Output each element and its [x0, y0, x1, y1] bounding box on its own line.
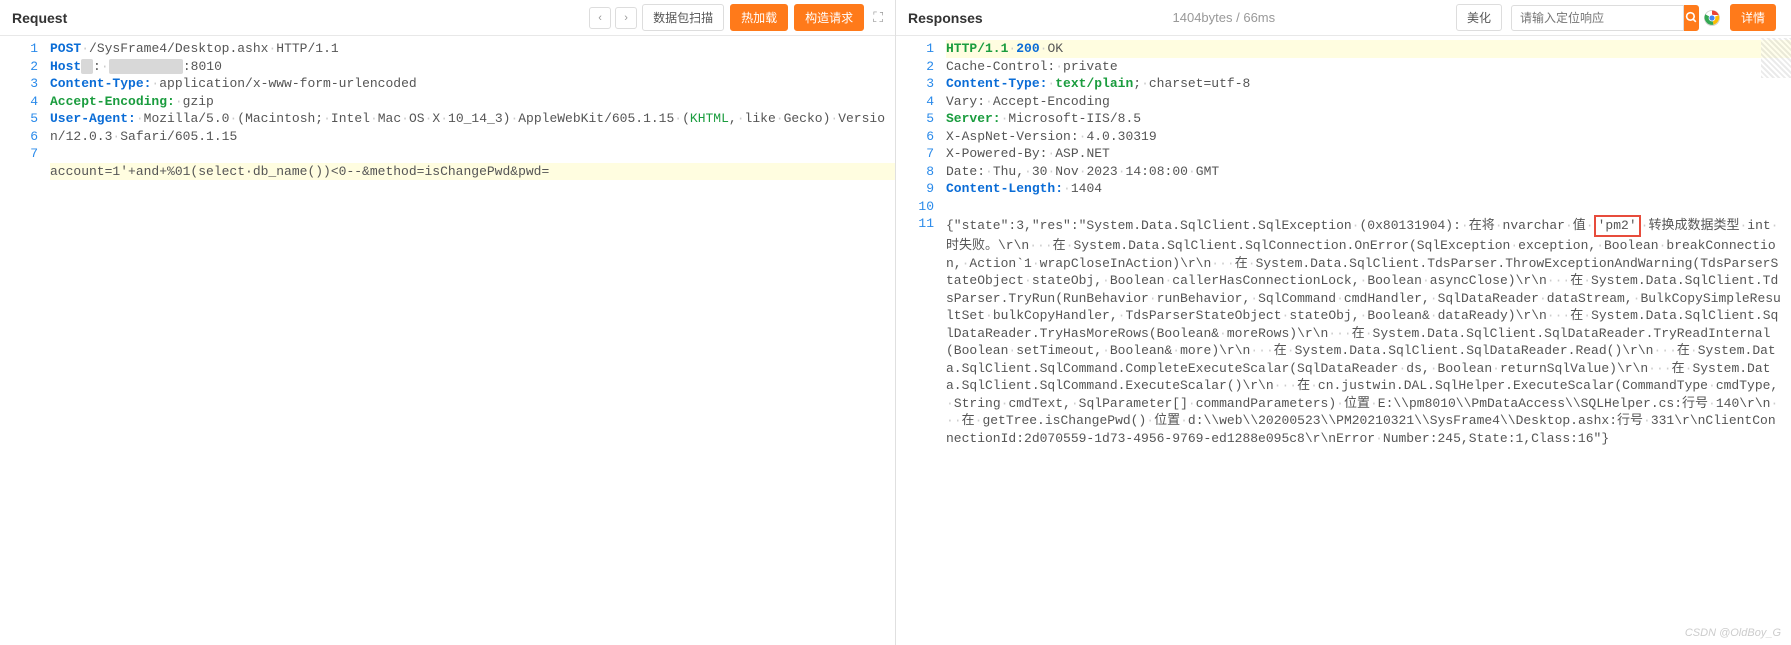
request-title: Request [12, 10, 67, 26]
beautify-button[interactable]: 美化 [1456, 4, 1502, 31]
construct-button[interactable]: 构造请求 [794, 4, 864, 31]
search-button[interactable] [1684, 5, 1699, 31]
response-gutter: 1234567891011 [896, 36, 946, 645]
nav-prev-button[interactable]: ‹ [589, 7, 611, 29]
response-content[interactable]: HTTP/1.1·200·OKCache-Control:·privateCon… [946, 36, 1791, 645]
search-input[interactable] [1511, 5, 1684, 31]
scan-button[interactable]: 数据包扫描 [642, 4, 724, 31]
request-panel: Request ‹ › 数据包扫描 热加载 构造请求 ⛶ 1234567 POS… [0, 0, 896, 645]
chrome-icon[interactable] [1703, 9, 1721, 27]
watermark: CSDN @OldBoy_G [1685, 627, 1781, 639]
request-gutter: 1234567 [0, 36, 50, 645]
detail-button[interactable]: 详情 [1730, 4, 1776, 31]
response-title: Responses [908, 10, 983, 26]
response-code[interactable]: 1234567891011 HTTP/1.1·200·OKCache-Contr… [896, 36, 1791, 645]
expand-icon[interactable]: ⛶ [873, 9, 883, 26]
request-header: Request ‹ › 数据包扫描 热加载 构造请求 ⛶ [0, 0, 895, 36]
hotload-button[interactable]: 热加载 [730, 4, 788, 31]
search-icon [1685, 11, 1698, 24]
response-header: Responses 1404bytes / 66ms 美化 详情 [896, 0, 1791, 36]
request-content[interactable]: POST·/SysFrame4/Desktop.ashx·HTTP/1.1Hos… [50, 36, 895, 645]
search-box [1511, 5, 1691, 31]
request-code[interactable]: 1234567 POST·/SysFrame4/Desktop.ashx·HTT… [0, 36, 895, 645]
nav-next-button[interactable]: › [615, 7, 637, 29]
qr-icon[interactable] [1761, 38, 1791, 78]
response-panel: Responses 1404bytes / 66ms 美化 详情 1234567… [896, 0, 1791, 645]
response-meta: 1404bytes / 66ms [1173, 10, 1276, 25]
